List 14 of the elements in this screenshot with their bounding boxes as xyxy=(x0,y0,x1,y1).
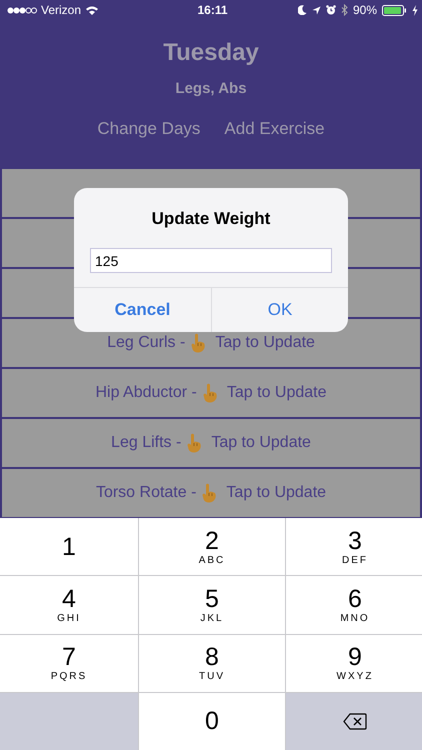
exercise-name: Leg Lifts - xyxy=(111,434,182,452)
exercise-name: Torso Rotate - xyxy=(96,484,196,502)
carrier-name: Verizon xyxy=(41,3,82,17)
day-title: Tuesday xyxy=(163,39,259,67)
status-time: 16:11 xyxy=(197,3,228,17)
tap-to-update-label: Tap to Update xyxy=(226,384,326,402)
exercise-name: Leg Curls - xyxy=(107,334,186,352)
tap-to-update-label: Tap to Update xyxy=(211,434,311,452)
tap-to-update-label: Tap to Update xyxy=(215,334,315,352)
exercise-name: Hip Abductor - xyxy=(95,384,197,402)
battery-percent: 90% xyxy=(352,3,377,17)
tap-to-update-label: Tap to Update xyxy=(226,484,326,502)
muscle-groups: Legs, Abs xyxy=(175,80,247,97)
dialog-title: Update Weight xyxy=(150,209,272,229)
